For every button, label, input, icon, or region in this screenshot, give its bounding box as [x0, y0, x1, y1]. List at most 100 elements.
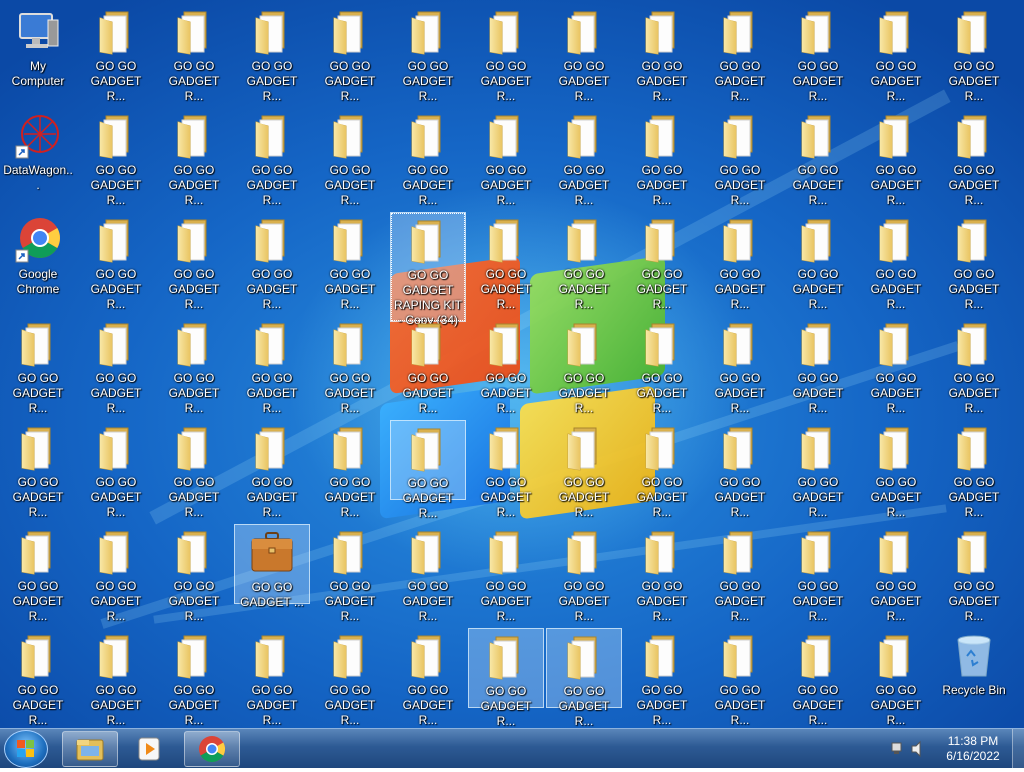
google-chrome-shortcut[interactable]: Google Chrome [0, 212, 76, 296]
folder-go-go-gadget[interactable]: GO GO GADGET R... [468, 4, 544, 103]
folder-go-go-gadget[interactable]: GO GO GADGET R... [858, 316, 934, 415]
desktop[interactable]: My Computer GO GO GADGET R... GO GO GADGET… [0, 0, 1024, 728]
folder-go-go-gadget[interactable]: GO GO GADGET R... [0, 628, 76, 727]
folder-go-go-gadget[interactable]: GO GO GADGET R... [390, 108, 466, 207]
recycle-bin-item[interactable]: Recycle Bin [936, 628, 1012, 708]
folder-go-go-gadget[interactable]: GO GO GADGET R... [234, 108, 310, 207]
folder-go-go-gadget[interactable]: GO GO GADGET R... [312, 108, 388, 207]
folder-go-go-gadget[interactable]: GO GO GADGET R... [312, 212, 388, 311]
folder-go-go-gadget[interactable]: GO GO GADGET R... [936, 212, 1012, 311]
datawagon-shortcut[interactable]: DataWagon... [0, 108, 76, 192]
folder-go-go-gadget[interactable]: GO GO GADGET R... [702, 628, 778, 727]
folder-go-go-gadget[interactable]: GO GO GADGET R... [0, 420, 76, 519]
clock[interactable]: 11:38 PM 6/16/2022 [940, 729, 1006, 769]
volume-icon[interactable] [911, 740, 921, 758]
folder-go-go-gadget[interactable]: GO GO GADGET R... [936, 524, 1012, 623]
folder-go-go-gadget[interactable]: GO GO GADGET R... [390, 4, 466, 103]
folder-go-go-gadget[interactable]: GO GO GADGET R... [390, 628, 466, 727]
folder-go-go-gadget[interactable]: GO GO GADGET R... [156, 212, 232, 311]
folder-go-go-gadget[interactable]: GO GO GADGET R... [156, 524, 232, 623]
folder-go-go-gadget[interactable]: GO GO GADGET R... [858, 212, 934, 311]
folder-go-go-gadget[interactable]: GO GO GADGET R... [468, 628, 544, 728]
folder-go-go-gadget[interactable]: GO GO GADGET R... [234, 4, 310, 103]
folder-go-go-gadget[interactable]: GO GO GADGET R... [156, 4, 232, 103]
folder-go-go-gadget[interactable]: GO GO GADGET R... [156, 316, 232, 415]
folder-go-go-gadget[interactable]: GO GO GADGET R... [780, 4, 856, 103]
folder-go-go-gadget[interactable]: GO GO GADGET R... [936, 108, 1012, 207]
folder-go-go-gadget[interactable]: GO GO GADGET R... [936, 316, 1012, 415]
folder-go-go-gadget[interactable]: GO GO GADGET R... [546, 4, 622, 103]
folder-go-go-gadget[interactable]: GO GO GADGET R... [468, 108, 544, 207]
folder-go-go-gadget[interactable]: GO GO GADGET R... [234, 212, 310, 311]
folder-go-go-gadget[interactable]: GO GO GADGET R... [780, 420, 856, 519]
folder-go-go-gadget[interactable]: GO GO GADGET R... [780, 212, 856, 311]
folder-go-go-gadget[interactable]: GO GO GADGET R... [780, 108, 856, 207]
folder-go-go-gadget[interactable]: GO GO GADGET R... [702, 212, 778, 311]
folder-go-go-gadget[interactable]: GO GO GADGET R... [780, 316, 856, 415]
folder-go-go-gadget[interactable]: GO GO GADGET R... [390, 524, 466, 623]
taskbar-chrome-button[interactable] [184, 731, 240, 767]
folder-go-go-gadget[interactable]: GO GO GADGET R... [312, 420, 388, 519]
folder-go-go-gadget[interactable]: GO GO GADGET R... [468, 212, 544, 311]
folder-go-go-gadget[interactable]: GO GO GADGET R... [468, 524, 544, 623]
folder-go-go-gadget[interactable]: GO GO GADGET R... [312, 628, 388, 727]
folder-go-go-gadget[interactable]: GO GO GADGET R... [156, 420, 232, 519]
folder-go-go-gadget[interactable]: GO GO GADGET R... [312, 524, 388, 623]
folder-go-go-gadget-selected[interactable]: GO GO GADGET RAPING KIT - Copy (34) [390, 212, 466, 327]
folder-go-go-gadget[interactable]: GO GO GADGET R... [624, 108, 700, 207]
folder-go-go-gadget[interactable]: GO GO GADGET R... [234, 316, 310, 415]
folder-go-go-gadget[interactable]: GO GO GADGET R... [78, 4, 154, 103]
folder-go-go-gadget[interactable]: GO GO GADGET R... [156, 628, 232, 727]
folder-go-go-gadget[interactable]: GO GO GADGET R... [78, 524, 154, 623]
folder-go-go-gadget[interactable]: GO GO GADGET R... [468, 420, 544, 519]
folder-go-go-gadget[interactable]: GO GO GADGET R... [546, 316, 622, 415]
taskbar-media-player-button[interactable] [122, 731, 178, 767]
folder-go-go-gadget[interactable]: GO GO GADGET R... [702, 420, 778, 519]
folder-go-go-gadget[interactable]: GO GO GADGET R... [546, 420, 622, 519]
folder-go-go-gadget[interactable]: GO GO GADGET R... [858, 420, 934, 519]
folder-go-go-gadget[interactable]: GO GO GADGET R... [0, 524, 76, 623]
start-button[interactable] [4, 730, 48, 768]
folder-go-go-gadget[interactable]: GO GO GADGET R... [624, 420, 700, 519]
folder-go-go-gadget[interactable]: GO GO GADGET R... [780, 628, 856, 727]
taskbar-explorer-button[interactable] [62, 731, 118, 767]
network-icon[interactable] [891, 742, 902, 754]
folder-go-go-gadget[interactable]: GO GO GADGET R... [936, 4, 1012, 103]
folder-go-go-gadget[interactable]: GO GO GADGET R... [858, 524, 934, 623]
folder-go-go-gadget[interactable]: GO GO GADGET R... [702, 524, 778, 623]
folder-go-go-gadget[interactable]: GO GO GADGET R... [78, 628, 154, 727]
folder-go-go-gadget[interactable]: GO GO GADGET R... [624, 4, 700, 103]
folder-go-go-gadget[interactable]: GO GO GADGET R... [702, 4, 778, 103]
folder-go-go-gadget[interactable]: GO GO GADGET R... [546, 212, 622, 311]
folder-go-go-gadget[interactable]: GO GO GADGET R... [312, 4, 388, 103]
folder-go-go-gadget[interactable]: GO GO GADGET R... [624, 628, 700, 727]
folder-go-go-gadget[interactable]: GO GO GADGET R... [858, 628, 934, 727]
folder-go-go-gadget[interactable]: GO GO GADGET R... [624, 316, 700, 415]
show-desktop-button[interactable] [1012, 729, 1024, 769]
folder-go-go-gadget[interactable]: GO GO GADGET R... [546, 524, 622, 623]
folder-go-go-gadget[interactable]: GO GO GADGET R... [780, 524, 856, 623]
folder-go-go-gadget[interactable]: GO GO GADGET R... [78, 316, 154, 415]
folder-go-go-gadget[interactable]: GO GO GADGET R... [312, 316, 388, 415]
folder-go-go-gadget[interactable]: GO GO GADGET R... [78, 420, 154, 519]
folder-go-go-gadget[interactable]: GO GO GADGET R... [234, 628, 310, 727]
briefcase-go-go-gadget[interactable]: GO GO GADGET ... [234, 524, 310, 609]
folder-go-go-gadget[interactable]: GO GO GADGET R... [0, 316, 76, 415]
my-computer-icon-item[interactable]: My Computer [0, 4, 76, 88]
folder-go-go-gadget[interactable]: GO GO GADGET R... [156, 108, 232, 207]
folder-go-go-gadget[interactable]: GO GO GADGET R... [624, 212, 700, 311]
folder-go-go-gadget[interactable]: GO GO GADGET R... [702, 108, 778, 207]
folder-go-go-gadget[interactable]: GO GO GADGET R... [468, 316, 544, 415]
folder-go-go-gadget[interactable]: GO GO GADGET R... [702, 316, 778, 415]
folder-go-go-gadget[interactable]: GO GO GADGET R... [624, 524, 700, 623]
folder-go-go-gadget[interactable]: GO GO GADGET R... [390, 420, 466, 520]
folder-go-go-gadget[interactable]: GO GO GADGET R... [234, 420, 310, 519]
folder-go-go-gadget[interactable]: GO GO GADGET R... [858, 108, 934, 207]
folder-go-go-gadget[interactable]: GO GO GADGET R... [78, 212, 154, 311]
folder-go-go-gadget[interactable]: GO GO GADGET R... [858, 4, 934, 103]
folder-go-go-gadget[interactable]: GO GO GADGET R... [78, 108, 154, 207]
folder-go-go-gadget[interactable]: GO GO GADGET R... [936, 420, 1012, 519]
folder-go-go-gadget[interactable]: GO GO GADGET R... [390, 316, 466, 415]
folder-go-go-gadget[interactable]: GO GO GADGET R... [546, 108, 622, 207]
folder-go-go-gadget[interactable]: GO GO GADGET R... [546, 628, 622, 728]
